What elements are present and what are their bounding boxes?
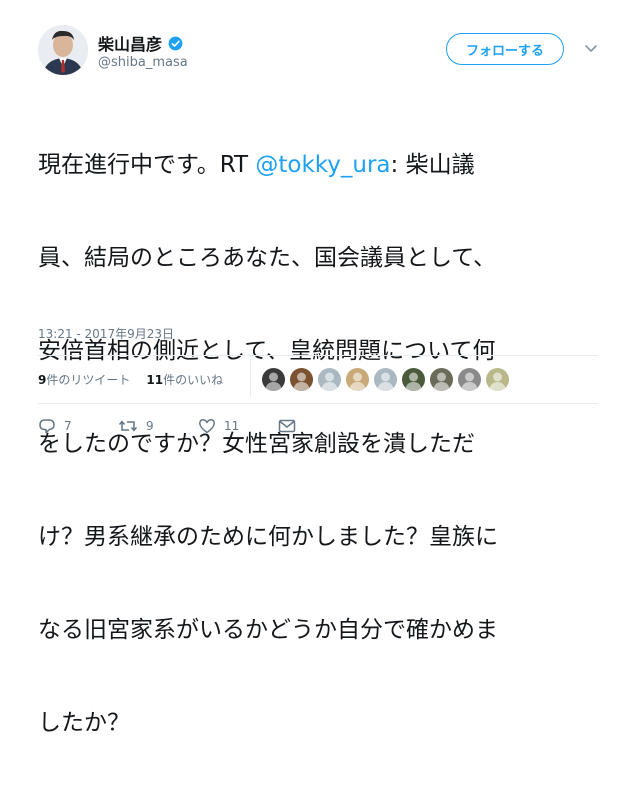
tweet-stats: 9件のリツイート 11件のいいね: [38, 371, 223, 388]
tweet-text-line: なる旧宮家系がいるかどうか自分で確かめま: [38, 617, 498, 643]
like-stat[interactable]: 11件のいいね: [146, 371, 223, 388]
retweet-button[interactable]: 9: [118, 418, 198, 434]
liker-avatar-7[interactable]: [430, 368, 453, 391]
tweet-text-line: 員、結局のところあなた、国会議員として、: [38, 245, 497, 271]
retweet-count: 9: [146, 419, 154, 433]
liker-avatar-3[interactable]: [318, 368, 341, 391]
author-display-name[interactable]: 柴山昌彦: [98, 31, 183, 55]
reply-count: 7: [64, 419, 72, 433]
author-handle[interactable]: @shiba_masa: [98, 55, 188, 70]
liker-avatar-6[interactable]: [402, 368, 425, 391]
direct-message-button[interactable]: [278, 419, 296, 433]
heart-icon: [199, 419, 215, 434]
tweet-text-line: したか？: [38, 710, 130, 736]
retweet-icon: [118, 420, 138, 432]
reply-button[interactable]: 7: [38, 418, 118, 434]
tweet-text-line: け？男系継承のために何かしました？皇族に: [38, 524, 498, 550]
liker-avatar-2[interactable]: [290, 368, 313, 391]
liker-avatar-8[interactable]: [458, 368, 481, 391]
like-count: 11: [224, 419, 240, 433]
divider: [38, 355, 598, 356]
liker-avatar-1[interactable]: [262, 368, 285, 391]
envelope-icon: [278, 419, 296, 433]
verified-badge-icon: [168, 36, 183, 50]
liker-avatar-5[interactable]: [374, 368, 397, 391]
tweet-timestamp[interactable]: 13:21 - 2017年9月23日: [38, 325, 174, 342]
retweet-stat[interactable]: 9件のリツイート: [38, 371, 130, 388]
reply-icon: [39, 419, 55, 434]
follow-button[interactable]: フォローする: [446, 33, 564, 65]
tweet-actions: 7 9 11: [38, 418, 296, 434]
mention-link[interactable]: @tokky_ura: [255, 152, 390, 178]
author-name-text: 柴山昌彦: [98, 35, 163, 54]
stats-separator: [250, 359, 251, 397]
like-button[interactable]: 11: [198, 418, 278, 434]
tweet-text: 現在進行中です。RT @tokky_ura: 柴山議 員、結局のところあなた、国…: [38, 88, 594, 801]
liker-avatar-9[interactable]: [486, 368, 509, 391]
liker-avatars: [262, 368, 509, 391]
chevron-down-icon[interactable]: [583, 42, 599, 56]
divider: [38, 403, 598, 404]
tweet-text-line: 現在進行中です。RT @tokky_ura: 柴山議: [38, 152, 475, 178]
tweet-card: 柴山昌彦 @shiba_masa フォローする 現在進行中です。RT @tokk…: [0, 0, 632, 736]
avatar-portrait-icon: [38, 25, 88, 75]
liker-avatar-4[interactable]: [346, 368, 369, 391]
author-avatar[interactable]: [38, 25, 88, 75]
